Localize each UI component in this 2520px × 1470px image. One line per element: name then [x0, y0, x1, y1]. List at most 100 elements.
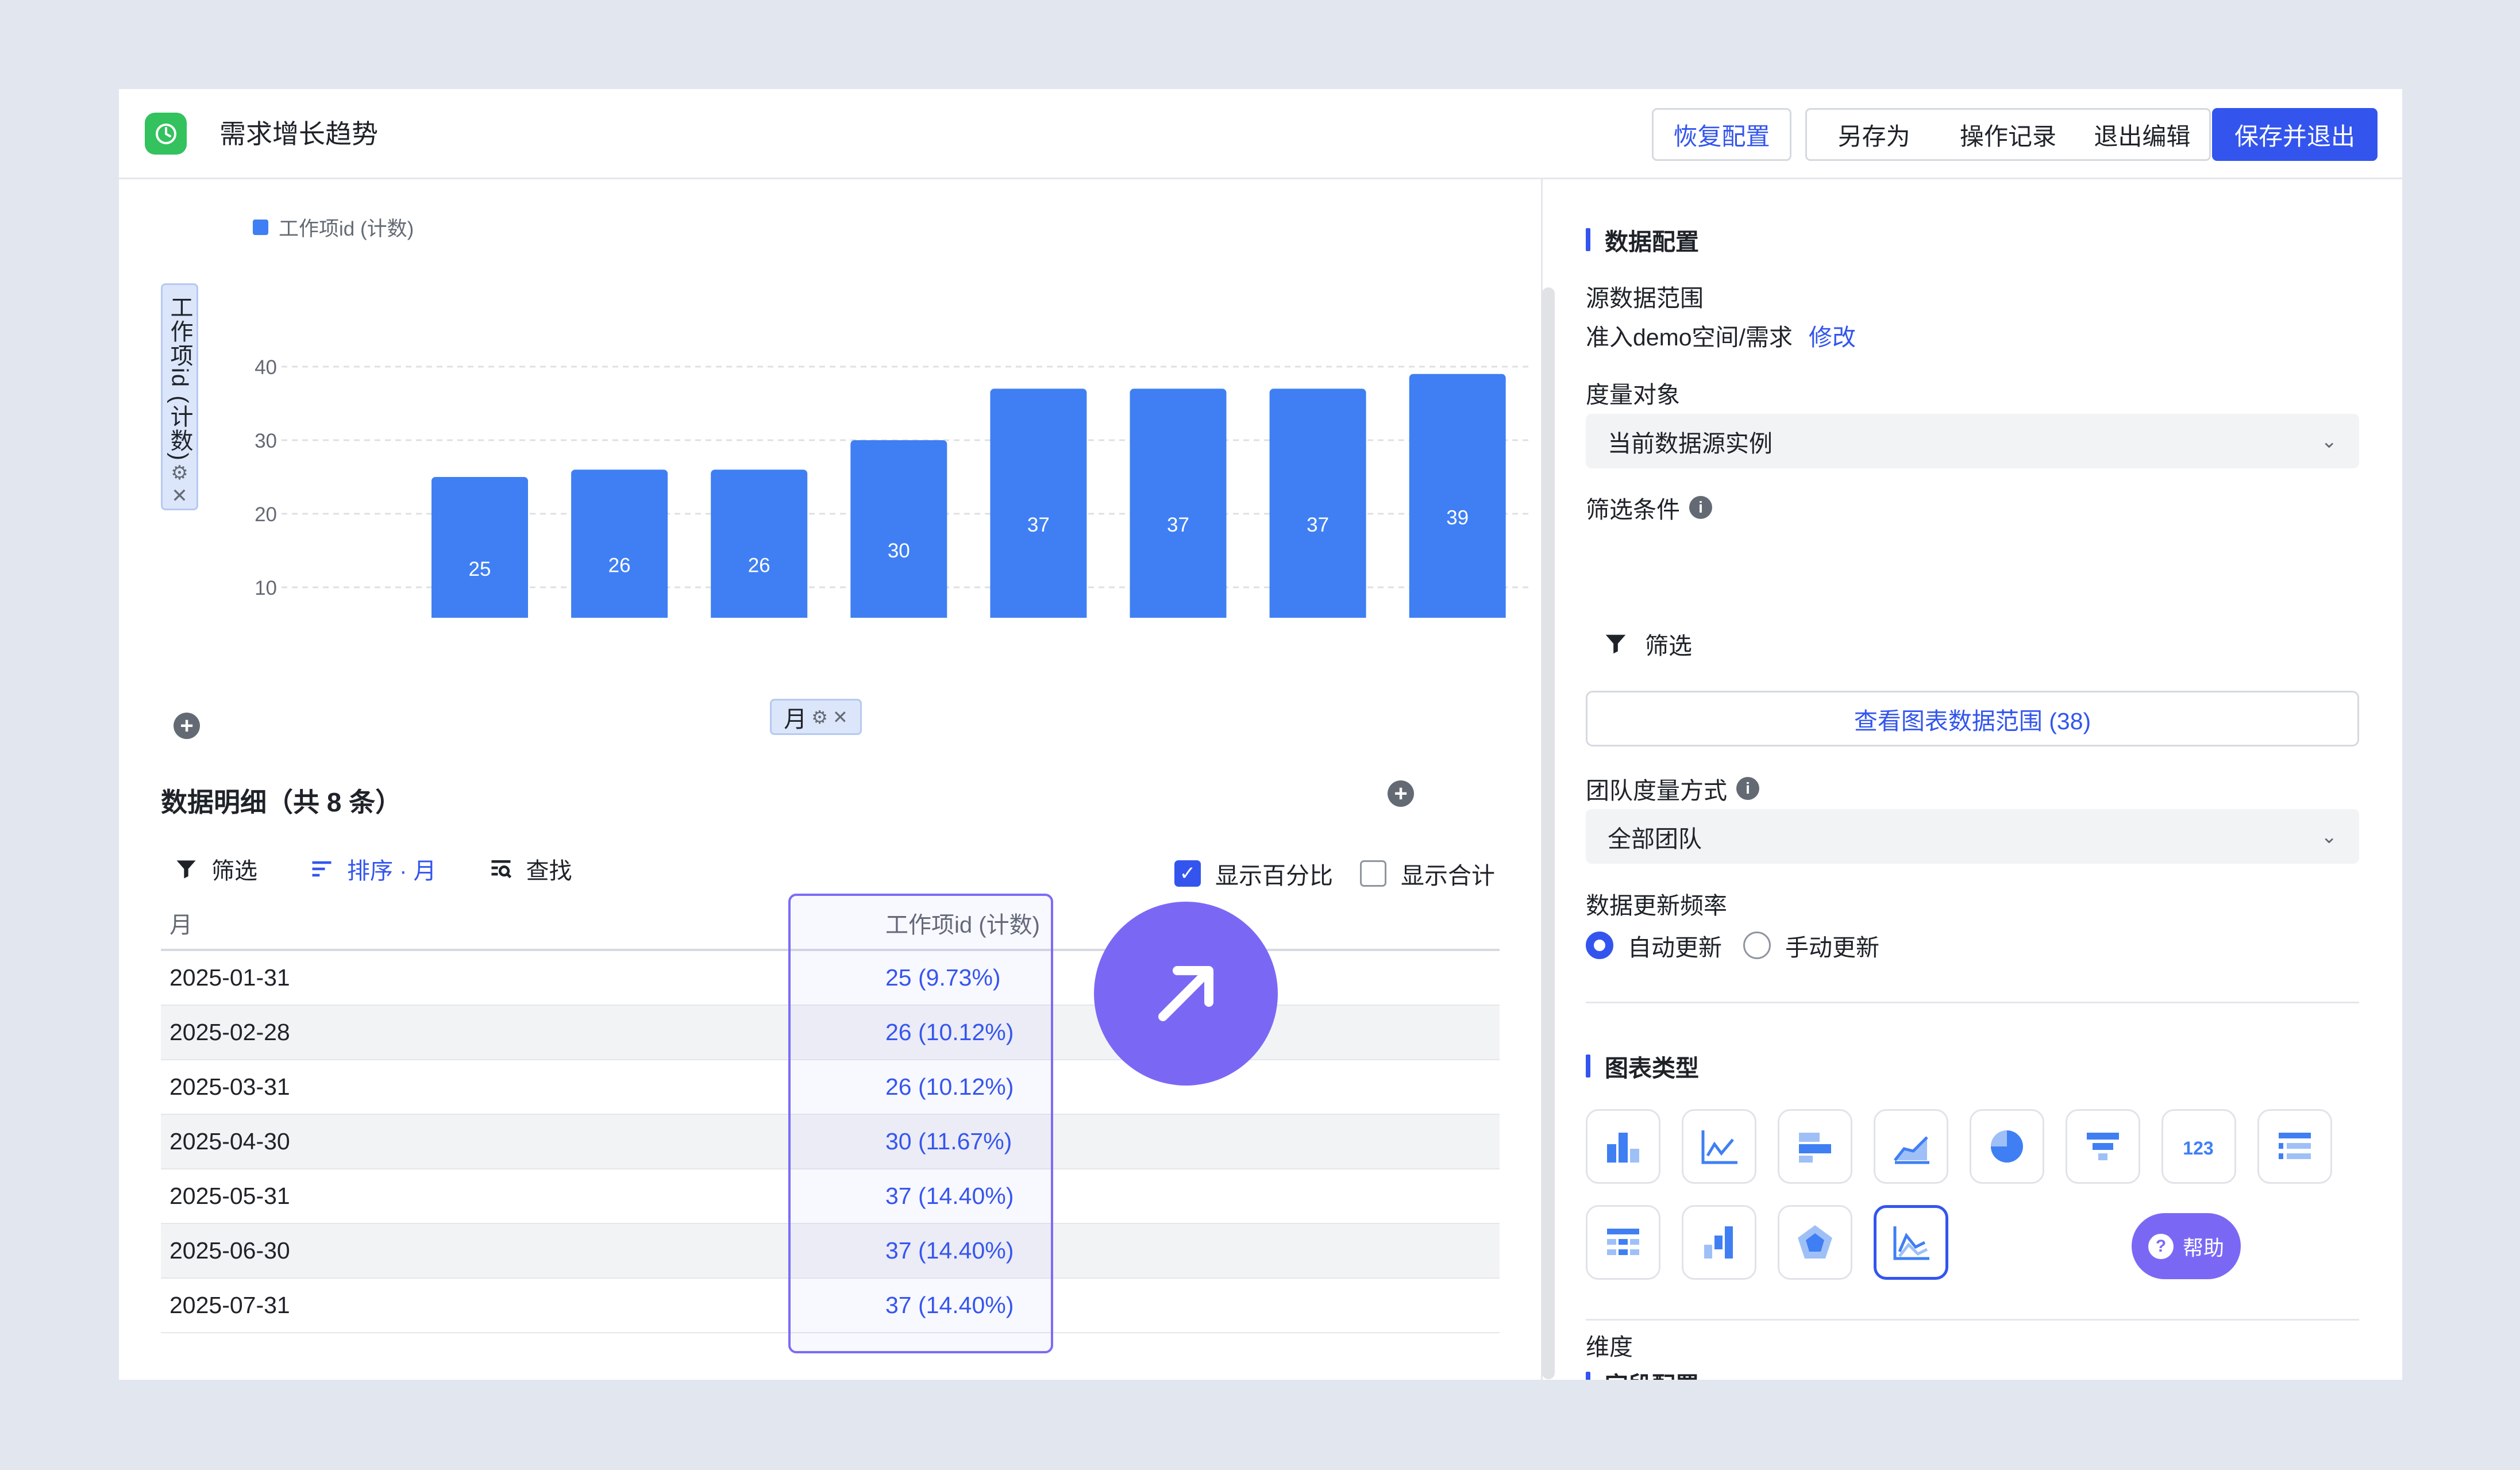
info-icon[interactable]: i	[1736, 777, 1759, 800]
horizontal-bar-icon	[1799, 1133, 1831, 1163]
number-card-icon: 123	[2183, 1138, 2213, 1159]
save-and-exit-button[interactable]: 保存并退出	[2212, 108, 2378, 161]
add-x-field-icon[interactable]: +	[1388, 780, 1414, 807]
gear-icon[interactable]: ⚙	[811, 706, 828, 728]
number-card-type[interactable]: 123	[2161, 1109, 2236, 1184]
show-percent-label: 显示百分比	[1215, 863, 1333, 889]
open-trend-button[interactable]	[1094, 902, 1278, 1086]
find-icon	[491, 860, 511, 879]
view-chart-data-range-button[interactable]: 查看图表数据范围 (38)	[1586, 691, 2359, 746]
section-divider	[1586, 1319, 2359, 1321]
column-header-month[interactable]: 月	[161, 906, 835, 940]
update-frequency-label: 数据更新频率	[1586, 892, 1727, 919]
sort-button[interactable]: 排序 · 月	[309, 852, 437, 886]
find-label: 查找	[526, 859, 572, 884]
dimension-label: 维度	[1586, 1334, 1633, 1360]
show-total-checkbox[interactable]: 显示合计	[1360, 856, 1495, 891]
list-table-icon	[2279, 1133, 2311, 1159]
bar-data-label: 37	[1307, 514, 1329, 536]
area-chart-type[interactable]	[1874, 1109, 1948, 1184]
sort-icon	[312, 861, 332, 877]
team-measure-label: 团队度量方式 i	[1586, 771, 1759, 806]
y-tick-label: 30	[255, 430, 277, 452]
chart-bar[interactable]	[850, 440, 947, 618]
arrow-up-right-icon	[1158, 966, 1213, 1021]
checkbox-unchecked-icon[interactable]	[1360, 860, 1386, 887]
exit-edit-button[interactable]: 退出编辑	[2075, 117, 2209, 152]
radar-chart-icon	[1798, 1225, 1832, 1259]
history-button[interactable]: 操作记录	[1941, 117, 2075, 152]
chart-bar[interactable]	[711, 470, 808, 618]
svg-text:123: 123	[2183, 1138, 2213, 1159]
bar-data-label: 25	[469, 558, 491, 580]
chart-bar[interactable]	[1409, 374, 1506, 618]
filter-button[interactable]: 筛选	[174, 852, 257, 886]
filter-label: 筛选	[211, 859, 257, 884]
funnel-chart-type[interactable]	[2066, 1109, 2140, 1184]
bar-chart-type[interactable]	[1586, 1109, 1660, 1184]
chart-type-title: 图表类型	[1605, 1055, 1699, 1082]
cell-month: 2025-02-28	[169, 1019, 290, 1045]
chart-bar[interactable]	[990, 388, 1087, 618]
manual-update-label: 手动更新	[1785, 934, 1879, 961]
bar-data-label: 37	[1167, 514, 1189, 536]
chart-bar[interactable]	[431, 477, 528, 618]
manual-update-radio[interactable]: 手动更新	[1743, 928, 1879, 963]
measure-select[interactable]: 当前数据源实例 ⌄	[1586, 414, 2359, 468]
chart-bar[interactable]	[571, 470, 668, 618]
waterfall-chart-type[interactable]	[1682, 1205, 1756, 1280]
cell-month: 2025-07-31	[169, 1292, 290, 1318]
info-icon[interactable]: i	[1689, 496, 1712, 519]
add-y-field-icon[interactable]: +	[174, 713, 200, 739]
checkbox-checked-icon[interactable]: ✓	[1174, 860, 1201, 887]
cell-month: 2025-03-31	[169, 1073, 290, 1100]
team-select[interactable]: 全部团队 ⌄	[1586, 809, 2359, 864]
detail-title: 数据明细（共 8 条）	[161, 787, 402, 817]
section-marker	[1586, 1055, 1590, 1078]
waterfall-chart-icon	[1704, 1226, 1733, 1259]
chart-bar[interactable]	[1130, 388, 1227, 618]
chevron-down-icon: ⌄	[2321, 430, 2338, 452]
config-filter-button[interactable]: 筛选	[1602, 626, 1692, 661]
show-percent-checkbox[interactable]: ✓ 显示百分比	[1174, 856, 1333, 891]
bar-chart: 010203040252025-01-3126262025-03-3130372…	[255, 356, 1532, 618]
chart-type-heading: 图表类型	[1586, 1049, 1699, 1083]
auto-update-radio[interactable]: 自动更新	[1586, 928, 1722, 963]
trend-chart-type[interactable]	[1874, 1205, 1948, 1280]
horizontal-bar-chart-type[interactable]	[1778, 1109, 1852, 1184]
editor-window: 需求增长趋势 恢复配置 另存为 操作记录 退出编辑 保存并退出 工作项id (计…	[119, 89, 2402, 1380]
edit-source-link[interactable]: 修改	[1809, 324, 1856, 351]
cell-month: 2025-01-31	[169, 964, 290, 991]
bar-data-label: 30	[888, 540, 910, 562]
x-axis-field-tag[interactable]: 月 ⚙ ✕	[770, 699, 862, 735]
auto-update-label: 自动更新	[1628, 934, 1722, 961]
left-panel-scrollbar[interactable]	[1542, 287, 1555, 1379]
pie-chart-type[interactable]	[1970, 1109, 2044, 1184]
detail-toolbar: 筛选 排序 · 月 查找	[174, 852, 624, 886]
restore-config-button[interactable]: 恢复配置	[1652, 108, 1791, 161]
show-total-label: 显示合计	[1401, 863, 1495, 889]
radar-chart-type[interactable]	[1778, 1205, 1852, 1280]
cell-month: 2025-04-30	[169, 1128, 290, 1155]
x-axis-field-label: 月	[784, 706, 807, 732]
list-table-type[interactable]	[2257, 1109, 2332, 1184]
close-icon[interactable]: ✕	[833, 706, 848, 728]
radio-unselected-icon[interactable]	[1743, 932, 1771, 959]
find-button[interactable]: 查找	[488, 852, 572, 886]
chart-bar[interactable]	[1269, 388, 1366, 618]
help-button[interactable]: ? 帮助	[2132, 1213, 2241, 1279]
filter-condition-label: 筛选条件 i	[1586, 490, 1712, 525]
data-config-title: 数据配置	[1605, 229, 1699, 255]
radio-selected-icon[interactable]	[1586, 932, 1613, 959]
measure-value: 当前数据源实例	[1608, 430, 1773, 457]
filter-icon	[1605, 634, 1626, 654]
measure-label: 度量对象	[1586, 382, 1680, 408]
pivot-table-icon	[1607, 1229, 1639, 1255]
section-divider	[1586, 1002, 2359, 1003]
save-as-button[interactable]: 另存为	[1807, 117, 1941, 152]
chevron-down-icon: ⌄	[2321, 825, 2338, 848]
source-range-value: 准入demo空间/需求	[1586, 324, 1793, 351]
line-chart-type[interactable]	[1682, 1109, 1756, 1184]
pivot-table-type[interactable]	[1586, 1205, 1660, 1280]
bar-data-label: 39	[1446, 506, 1469, 529]
